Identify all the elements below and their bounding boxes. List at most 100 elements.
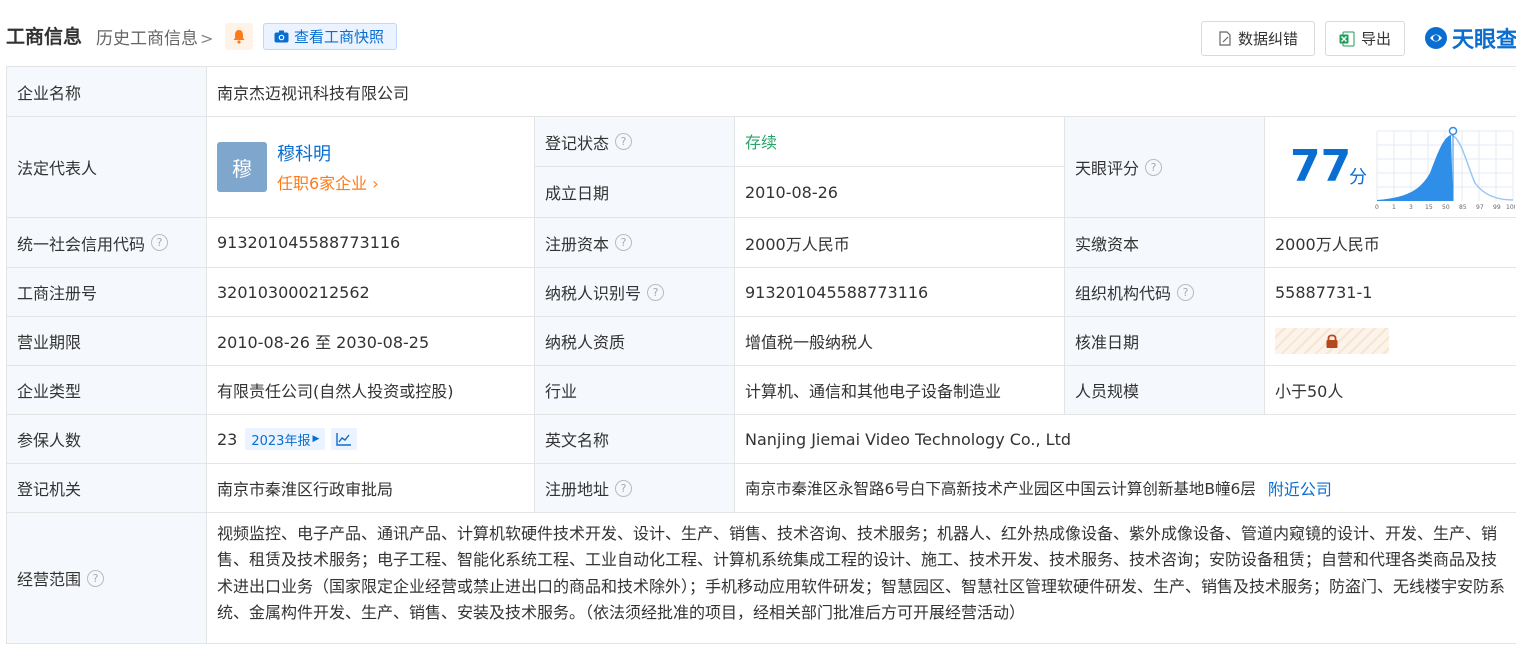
annual-report-tag[interactable]: 2023年报 ▶: [245, 428, 326, 450]
english-name-value: Nanjing Jiemai Video Technology Co., Ltd: [734, 415, 1516, 463]
annual-report-label: 2023年报: [251, 433, 311, 449]
tick-label: 50: [1442, 204, 1450, 211]
history-link[interactable]: 历史工商信息 >: [96, 24, 213, 49]
org-code-value: 55887731-1: [1264, 268, 1516, 316]
table-row: 企业类型 有限责任公司(自然人投资或控股) 行业 计算机、通信和其他电子设备制造…: [6, 366, 1516, 415]
positions-text: 任职6家企业: [277, 174, 368, 193]
reg-capital-label: 注册资本: [545, 234, 610, 254]
snapshot-label: 查看工商快照: [294, 28, 385, 46]
nearby-companies-link[interactable]: 附近公司: [1268, 476, 1332, 500]
help-icon[interactable]: ?: [87, 569, 105, 587]
tick-label: 1: [1392, 204, 1396, 211]
tick-label: 15: [1425, 204, 1433, 211]
reg-status-value: 存续: [745, 133, 778, 152]
history-label: 历史工商信息: [96, 29, 198, 49]
reg-address-label: 注册地址: [545, 480, 610, 499]
table-row: 营业期限 2010-08-26 至 2030-08-25 纳税人资质 增值税一般…: [6, 317, 1516, 366]
business-info-table: 企业名称 南京杰迈视讯科技有限公司 法定代表人 穆 穆科明 任职6家企业 › 登…: [6, 66, 1516, 644]
reg-authority-value: 南京市秦淮区行政审批局: [206, 464, 534, 512]
tianyancha-logo-icon: [1425, 27, 1447, 49]
help-icon[interactable]: ?: [647, 283, 665, 301]
score-unit: 分: [1349, 167, 1367, 188]
org-code-label-cell: 组织机构代码?: [1064, 268, 1264, 316]
legal-rep-name-link[interactable]: 穆科明: [277, 140, 379, 166]
help-icon[interactable]: ?: [151, 234, 169, 251]
brand-name: 天眼查: [1452, 28, 1516, 53]
reg-no-label: 工商注册号: [6, 268, 206, 316]
reg-address-value: 南京市秦淮区永智路6号白下高新技术产业园区中国云计算创新基地B幢6层: [745, 480, 1256, 498]
table-row: 法定代表人 穆 穆科明 任职6家企业 › 登记状态 ? 存续 成立日期 2010…: [6, 117, 1516, 218]
tick-label: 0: [1375, 204, 1379, 211]
edit-doc-icon: [1219, 31, 1231, 46]
reg-capital-label-cell: 注册资本?: [534, 218, 734, 267]
business-term-label: 营业期限: [6, 317, 206, 365]
scope-label: 经营范围: [17, 570, 82, 589]
section-title: 工商信息: [6, 26, 83, 48]
reg-capital-value: 2000万人民币: [734, 218, 1064, 267]
table-row: 统一社会信用代码? 913201045588773116 注册资本? 2000万…: [6, 218, 1516, 268]
help-icon[interactable]: ?: [1177, 283, 1195, 301]
score-distribution-chart: 0 1 3 15 50 85 97 99 100: [1375, 126, 1515, 211]
view-snapshot-button[interactable]: 查看工商快照: [263, 23, 397, 50]
reg-authority-label: 登记机关: [6, 464, 206, 512]
section-header: 工商信息 历史工商信息 > 查看工商快照 数据纠错 导出 天眼查: [0, 0, 1516, 66]
lock-icon: [1326, 334, 1338, 348]
tianyan-score-cell[interactable]: 77 分 0 1 3 15 50 85 97 99 10: [1264, 117, 1516, 217]
scope-value: 视频监控、电子产品、通讯产品、计算机软硬件技术开发、设计、生产、销售、技术咨询、…: [206, 513, 1516, 643]
table-row: 登记机关 南京市秦淮区行政审批局 注册地址? 南京市秦淮区永智路6号白下高新技术…: [6, 464, 1516, 513]
camera-icon: [274, 30, 289, 43]
approval-date-label: 核准日期: [1064, 317, 1264, 365]
help-icon[interactable]: ?: [615, 479, 633, 497]
avatar: 穆: [217, 142, 267, 192]
locked-value-button[interactable]: [1275, 328, 1389, 354]
insured-label: 参保人数: [6, 415, 206, 463]
tianyan-score-label-cell: 天眼评分 ?: [1064, 117, 1264, 217]
paid-capital-value: 2000万人民币: [1264, 218, 1516, 267]
taxpayer-quali-label: 纳税人资质: [534, 317, 734, 365]
reg-status-label-cell: 登记状态 ?: [534, 117, 734, 167]
excel-icon: [1339, 31, 1355, 46]
data-correction-button[interactable]: 数据纠错: [1201, 21, 1315, 56]
staff-size-value: 小于50人: [1264, 366, 1516, 414]
reg-address-cell: 南京市秦淮区永智路6号白下高新技术产业园区中国云计算创新基地B幢6层 附近公司: [734, 464, 1516, 512]
company-type-value: 有限责任公司(自然人投资或控股): [206, 366, 534, 414]
brand-logo: 天眼查: [1424, 22, 1516, 54]
company-name-value: 南京杰迈视讯科技有限公司: [206, 67, 1516, 116]
caret-right-icon: ▶: [312, 434, 320, 444]
export-label: 导出: [1360, 30, 1391, 48]
tick-label: 85: [1459, 204, 1467, 211]
legal-rep-positions-link[interactable]: 任职6家企业 ›: [277, 170, 379, 194]
table-row: 企业名称 南京杰迈视讯科技有限公司: [6, 67, 1516, 117]
scope-label-cell: 经营范围?: [6, 513, 206, 643]
export-button[interactable]: 导出: [1325, 21, 1405, 56]
staff-size-label: 人员规模: [1064, 366, 1264, 414]
help-icon[interactable]: ?: [615, 234, 633, 251]
taxpayer-id-label: 纳税人识别号: [545, 284, 642, 303]
org-code-label: 组织机构代码: [1075, 284, 1172, 303]
insured-cell: 23 2023年报 ▶: [206, 415, 534, 463]
company-type-label: 企业类型: [6, 366, 206, 414]
paid-capital-label: 实缴资本: [1064, 218, 1264, 267]
trend-chart-button[interactable]: [331, 428, 358, 450]
tick-label: 3: [1409, 204, 1413, 211]
tick-label: 100: [1506, 204, 1515, 211]
industry-value: 计算机、通信和其他电子设备制造业: [734, 366, 1064, 414]
legal-rep-cell: 穆 穆科明 任职6家企业 ›: [206, 117, 534, 217]
help-icon[interactable]: ?: [615, 133, 633, 150]
reg-address-label-cell: 注册地址?: [534, 464, 734, 512]
help-icon[interactable]: ?: [1145, 158, 1163, 176]
correct-label: 数据纠错: [1237, 30, 1298, 48]
bell-icon: [233, 30, 245, 44]
industry-label: 行业: [534, 366, 734, 414]
insured-value: 23: [217, 429, 238, 449]
score-value: 77: [1290, 141, 1352, 192]
taxpayer-id-value: 913201045588773116: [734, 268, 1064, 316]
table-row: 经营范围? 视频监控、电子产品、通讯产品、计算机软硬件技术开发、设计、生产、销售…: [6, 513, 1516, 644]
approval-date-cell: [1264, 317, 1516, 365]
tianyan-score-label: 天眼评分: [1075, 159, 1140, 178]
credit-code-label: 统一社会信用代码: [17, 234, 146, 254]
tick-label: 99: [1493, 204, 1501, 211]
table-row: 工商注册号 320103000212562 纳税人识别号? 9132010455…: [6, 268, 1516, 317]
chevron-right-icon: ›: [367, 174, 379, 193]
monitor-bell-button[interactable]: [225, 23, 253, 50]
